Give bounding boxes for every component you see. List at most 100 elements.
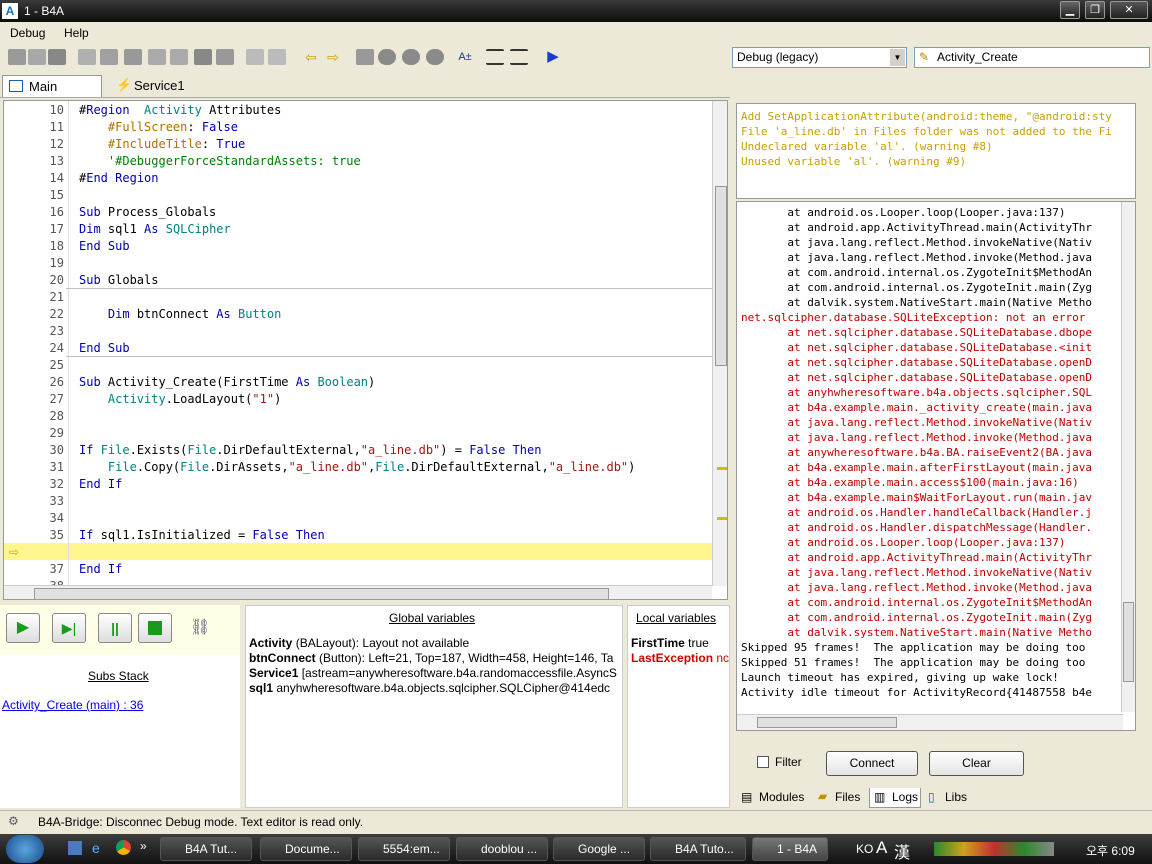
toggle-comment-icon[interactable] [426, 49, 444, 65]
code-line[interactable]: Activity.LoadLayout("1") [79, 391, 281, 408]
format-icon[interactable]: A± [456, 49, 474, 65]
block-outdent-icon[interactable] [510, 49, 528, 65]
redo-icon[interactable] [170, 49, 188, 65]
code-line[interactable]: End Sub [79, 340, 130, 357]
minimize-button[interactable]: ▁ [1060, 1, 1080, 19]
warning-item[interactable]: File 'a_line.db' in Files folder was not… [741, 124, 1112, 139]
variable-row[interactable]: sql1 anyhwheresoftware.b4a.objects.sqlci… [249, 681, 610, 695]
editor-horizontal-scrollbar[interactable] [4, 585, 712, 599]
tab-files[interactable]: ▰ Files [815, 788, 867, 808]
tab-modules[interactable]: ▤ Modules [737, 788, 811, 808]
maximize-button[interactable]: ❐ [1085, 1, 1105, 19]
log-horizontal-scrollbar[interactable] [737, 714, 1123, 730]
tab-libs[interactable]: ▯ Libs [925, 788, 973, 808]
variable-row[interactable]: LastException nc [631, 651, 729, 665]
tray-icons[interactable] [934, 842, 1054, 856]
block-indent-icon[interactable] [486, 49, 504, 65]
taskbar-item[interactable]: Google ... [553, 837, 645, 861]
arrow-left-icon[interactable]: ⇦ [302, 49, 320, 65]
menu-help[interactable]: Help [64, 26, 89, 40]
stop-button[interactable] [138, 613, 172, 643]
warning-item[interactable]: Unused variable 'al'. (warning #9) [741, 154, 966, 169]
taskbar-item[interactable]: 5554:em... [358, 837, 450, 861]
show-desktop-icon[interactable] [68, 841, 82, 855]
pause-button[interactable]: || [98, 613, 132, 643]
hanja-indicator[interactable]: 漢 [894, 839, 910, 863]
connect-button[interactable]: Connect [826, 751, 918, 776]
ime-mode-indicator[interactable]: A [876, 838, 887, 858]
undo-icon[interactable] [148, 49, 166, 65]
chevron-down-icon[interactable]: ▼ [890, 49, 905, 66]
variable-row[interactable]: FirstTime true [631, 636, 709, 650]
code-line[interactable]: End If [79, 561, 122, 578]
continue-button[interactable]: ▶ [6, 613, 40, 643]
warning-item[interactable]: Add SetApplicationAttribute(android:them… [741, 109, 1112, 124]
start-button[interactable] [6, 835, 44, 863]
code-line[interactable]: Sub Globals [79, 272, 158, 289]
variable-row[interactable]: btnConnect (Button): Left=21, Top=187, W… [249, 651, 613, 665]
indent-icon[interactable] [246, 49, 264, 65]
code-line[interactable]: #End Region [79, 170, 159, 187]
code-line[interactable]: Sub Activity_Create(FirstTime As Boolean… [79, 374, 375, 391]
code-line[interactable]: #FullScreen: False [79, 119, 238, 136]
variable-row[interactable]: Activity (BALayout): Layout not availabl… [249, 636, 469, 650]
code-line[interactable]: '#DebuggerForceStandardAssets: true [79, 153, 361, 170]
code-line[interactable]: #Region Activity Attributes [79, 102, 281, 119]
open-folder-icon[interactable] [28, 49, 46, 65]
code-line[interactable]: If sql1.IsInitialized = False Then [79, 527, 325, 544]
code-editor[interactable]: 10 11 12 13 14 15 16 17 18 19 20 21 22 23 24 25 26 27 28 29… [3, 100, 728, 600]
variable-row[interactable]: Service1 [astream=anywheresoftware.b4a.r… [249, 666, 617, 680]
log-vertical-scrollbar[interactable] [1121, 202, 1135, 712]
tab-main[interactable]: Main [2, 75, 102, 97]
scroll-thumb[interactable] [34, 588, 609, 599]
subs-stack-item[interactable]: Activity_Create (main) : 36 [2, 698, 143, 712]
code-line[interactable]: Dim sql1 As SQLCipher [79, 221, 231, 238]
arrow-right-icon[interactable]: ⇨ [324, 49, 342, 65]
code-line[interactable]: File.Copy(File.DirAssets,"a_line.db",Fil… [79, 459, 636, 476]
language-indicator[interactable]: KO [856, 842, 873, 856]
close-button[interactable]: ✕ [1110, 1, 1148, 19]
tab-logs[interactable]: ▥ Logs [869, 788, 921, 808]
code-line[interactable]: If File.Exists(File.DirDefaultExternal,"… [79, 442, 541, 459]
module-select[interactable]: ✎ Activity_Create [914, 47, 1150, 68]
find-replace-icon[interactable] [216, 49, 234, 65]
code-line[interactable]: End If [79, 476, 122, 493]
warning-item[interactable]: Undeclared variable 'al'. (warning #8) [741, 139, 993, 154]
filter-checkbox[interactable] [757, 756, 769, 768]
mode-select[interactable]: Debug (legacy) ▼ [732, 47, 907, 68]
step-over-button[interactable]: ▶| [52, 613, 86, 643]
menu-debug[interactable]: Debug [10, 26, 45, 40]
taskbar-item[interactable]: dooblou ... [456, 837, 548, 861]
ie-icon[interactable]: e [92, 840, 100, 856]
comment-icon[interactable] [378, 49, 396, 65]
taskbar-item[interactable]: Docume... [260, 837, 352, 861]
save-icon[interactable] [48, 49, 66, 65]
taskbar-item[interactable]: B4A Tuto... [650, 837, 746, 861]
clear-button[interactable]: Clear [929, 751, 1024, 776]
code-line[interactable]: Sub Process_Globals [79, 204, 216, 221]
copy-icon[interactable] [78, 49, 96, 65]
warnings-list[interactable]: Add SetApplicationAttribute(android:them… [736, 103, 1136, 199]
run-icon[interactable]: ▶ [544, 49, 562, 65]
quicklaunch-more-icon[interactable]: » [140, 839, 147, 853]
outdent-icon[interactable] [268, 49, 286, 65]
bookmark-icon[interactable] [356, 49, 374, 65]
taskbar-item[interactable]: B4A Tut... [160, 837, 252, 861]
cut-icon[interactable] [100, 49, 118, 65]
scroll-thumb[interactable] [757, 717, 897, 728]
chrome-icon[interactable] [116, 840, 131, 855]
tab-service1[interactable]: ⚡ Service1 [108, 75, 213, 97]
scroll-thumb[interactable] [1123, 602, 1134, 682]
find-icon[interactable] [194, 49, 212, 65]
code-line[interactable]: #IncludeTitle: True [79, 136, 245, 153]
code-line[interactable]: End Sub [79, 238, 130, 255]
link-icon[interactable]: ⛓ [190, 617, 210, 637]
paste-icon[interactable] [124, 49, 142, 65]
scroll-thumb[interactable] [715, 186, 727, 366]
new-file-icon[interactable] [8, 49, 26, 65]
log-output[interactable]: Activity idle timeout for ActivityRecord… [736, 201, 1136, 731]
taskbar-item[interactable]: 1 - B4A [752, 837, 828, 861]
editor-vertical-scrollbar[interactable] [712, 101, 727, 586]
code-line[interactable]: Dim btnConnect As Button [79, 306, 281, 323]
uncomment-icon[interactable] [402, 49, 420, 65]
